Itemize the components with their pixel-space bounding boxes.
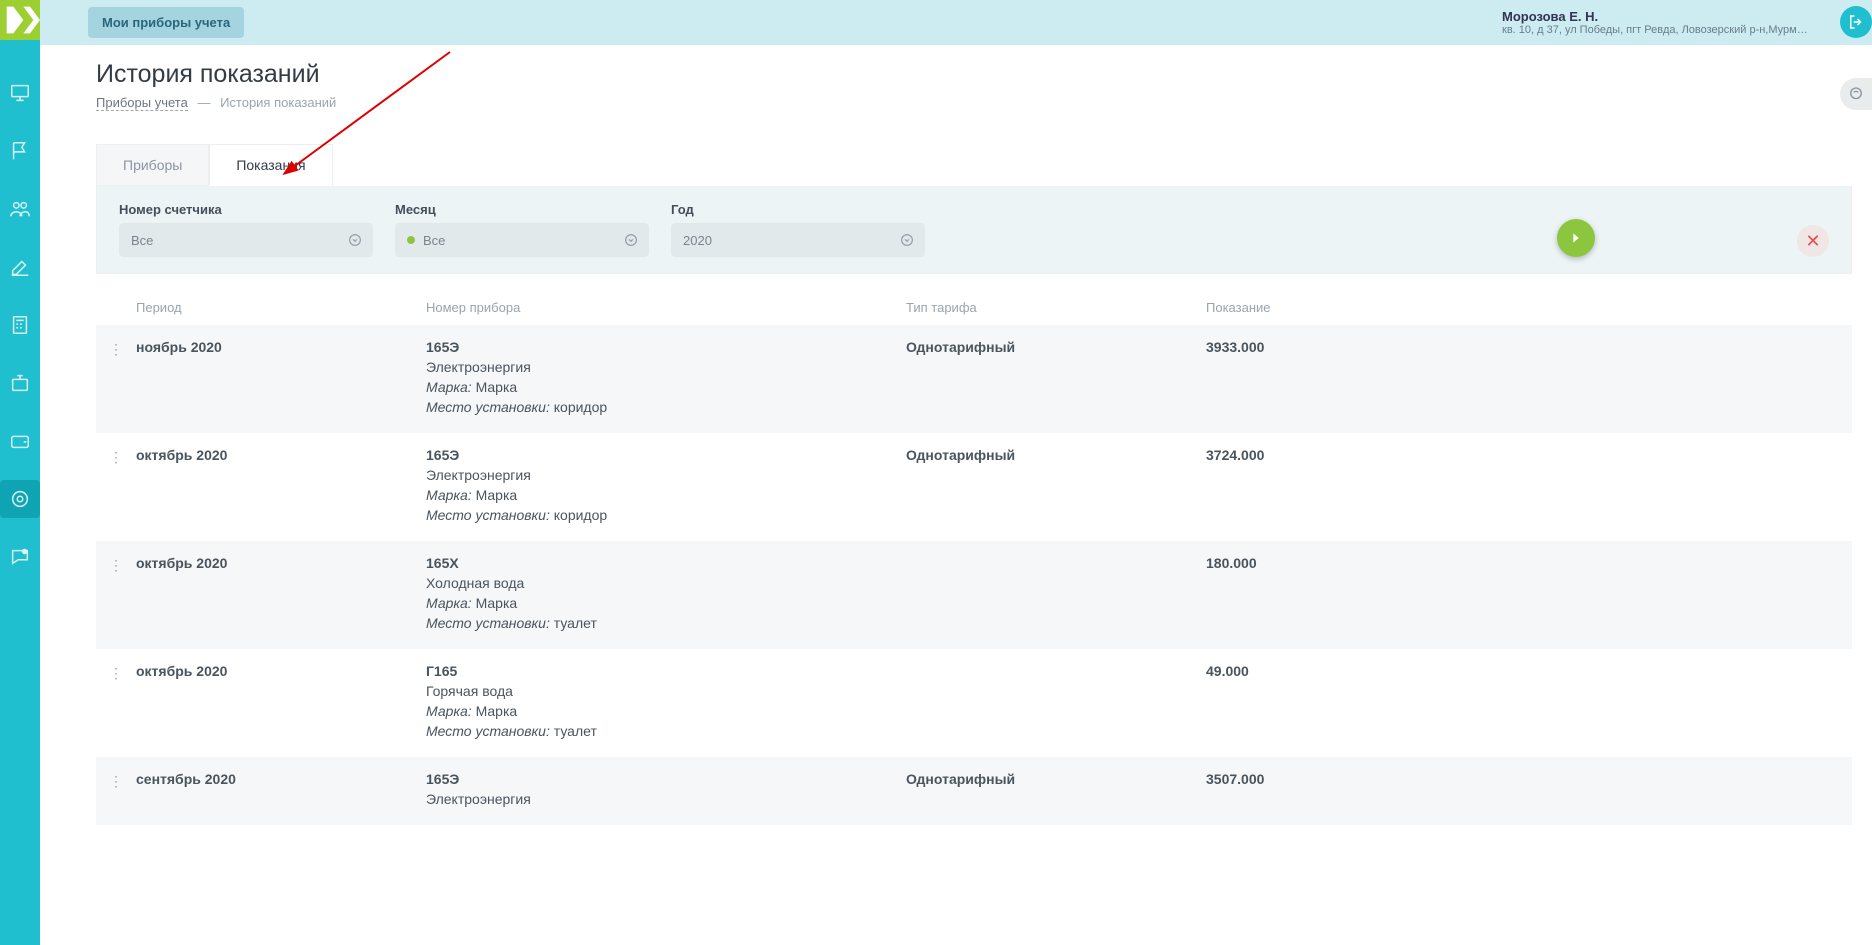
cell-tariff: Однотарифный [906, 771, 1206, 787]
tabs: Приборы Показания [96, 144, 1852, 186]
page-title: История показаний [96, 60, 1852, 89]
filter-month-value: Все [423, 233, 445, 248]
cell-device: 165Э Электроэнергия Марка: Марка Место у… [426, 447, 906, 527]
apply-filter-button[interactable] [1557, 219, 1595, 257]
cell-period: октябрь 2020 [136, 447, 426, 463]
filter-meter-label: Номер счетчика [119, 202, 373, 217]
cell-reading: 49.000 [1206, 663, 1486, 679]
cell-period: ноябрь 2020 [136, 339, 426, 355]
breadcrumb-link[interactable]: Приборы учета [96, 95, 188, 111]
table-row: ⋮ октябрь 2020 165Х Холодная вода Марка:… [96, 541, 1852, 649]
table-row: ⋮ ноябрь 2020 165Э Электроэнергия Марка:… [96, 325, 1852, 433]
row-menu-icon[interactable]: ⋮ [96, 555, 136, 574]
row-menu-icon[interactable]: ⋮ [96, 339, 136, 358]
readings-table: Период Номер прибора Тип тарифа Показани… [96, 294, 1852, 825]
cell-device: Г165 Горячая вода Марка: Марка Место уст… [426, 663, 906, 743]
cell-reading: 3507.000 [1206, 771, 1486, 787]
breadcrumb: Приборы учета — История показаний [96, 95, 1852, 110]
row-menu-icon[interactable]: ⋮ [96, 663, 136, 682]
cell-reading: 3933.000 [1206, 339, 1486, 355]
chevron-down-icon [347, 232, 363, 248]
logout-icon[interactable] [1840, 6, 1872, 38]
col-device: Номер прибора [426, 300, 906, 315]
cell-period: октябрь 2020 [136, 555, 426, 571]
cell-device: 165Э Электроэнергия Марка: Марка Место у… [426, 339, 906, 419]
cell-reading: 180.000 [1206, 555, 1486, 571]
user-block[interactable]: Морозова Е. Н. кв. 10, д 37, ул Победы, … [1492, 5, 1822, 40]
breadcrumb-sep: — [197, 95, 210, 110]
flag-icon[interactable] [0, 132, 40, 170]
table-row: ⋮ октябрь 2020 165Э Электроэнергия Марка… [96, 433, 1852, 541]
dot-icon [407, 236, 415, 244]
table-row: ⋮ сентябрь 2020 165Э Электроэнергия Одно… [96, 757, 1852, 825]
filter-year-select[interactable]: 2020 [671, 223, 925, 257]
filter-year-value: 2020 [683, 233, 712, 248]
sidebar [0, 0, 40, 945]
user-address: кв. 10, д 37, ул Победы, пгт Ревда, Лово… [1502, 24, 1812, 36]
filter-year-label: Год [671, 202, 925, 217]
topbar: Мои приборы учета Морозова Е. Н. кв. 10,… [40, 0, 1872, 45]
filter-meter-select[interactable]: Все [119, 223, 373, 257]
cell-period: сентябрь 2020 [136, 771, 426, 787]
chevron-down-icon [623, 232, 639, 248]
clear-filter-button[interactable]: ✕ [1797, 225, 1829, 257]
edit-icon[interactable] [0, 248, 40, 286]
col-tariff: Тип тарифа [906, 300, 1206, 315]
cell-period: октябрь 2020 [136, 663, 426, 679]
filter-month-select[interactable]: Все [395, 223, 649, 257]
cell-tariff: Однотарифный [906, 447, 1206, 463]
cell-reading: 3724.000 [1206, 447, 1486, 463]
logo-icon [0, 0, 40, 40]
terminal-icon[interactable] [0, 364, 40, 402]
table-header: Период Номер прибора Тип тарифа Показани… [96, 294, 1852, 325]
filter-meter-value: Все [131, 233, 153, 248]
cell-device: 165Э Электроэнергия [426, 771, 906, 811]
col-period: Период [136, 300, 426, 315]
user-name: Морозова Е. Н. [1502, 9, 1812, 24]
breadcrumb-current: История показаний [220, 95, 336, 110]
row-menu-icon[interactable]: ⋮ [96, 771, 136, 790]
col-reading: Показание [1206, 300, 1486, 315]
chevron-down-icon [899, 232, 915, 248]
my-meters-button[interactable]: Мои приборы учета [88, 7, 244, 38]
monitor-icon[interactable] [0, 74, 40, 112]
filter-month-label: Месяц [395, 202, 649, 217]
calculator-icon[interactable] [0, 306, 40, 344]
users-icon[interactable] [0, 190, 40, 228]
cell-device: 165Х Холодная вода Марка: Марка Место ус… [426, 555, 906, 635]
chat-icon[interactable] [0, 538, 40, 576]
filter-panel: Номер счетчика Все Месяц Все Год 2020 ✕ [96, 186, 1852, 274]
tab-readings[interactable]: Показания [209, 144, 332, 186]
table-row: ⋮ октябрь 2020 Г165 Горячая вода Марка: … [96, 649, 1852, 757]
row-menu-icon[interactable]: ⋮ [96, 447, 136, 466]
cell-tariff: Однотарифный [906, 339, 1206, 355]
wallet-icon[interactable] [0, 422, 40, 460]
meters-icon[interactable] [0, 480, 40, 518]
tab-devices[interactable]: Приборы [96, 144, 209, 186]
